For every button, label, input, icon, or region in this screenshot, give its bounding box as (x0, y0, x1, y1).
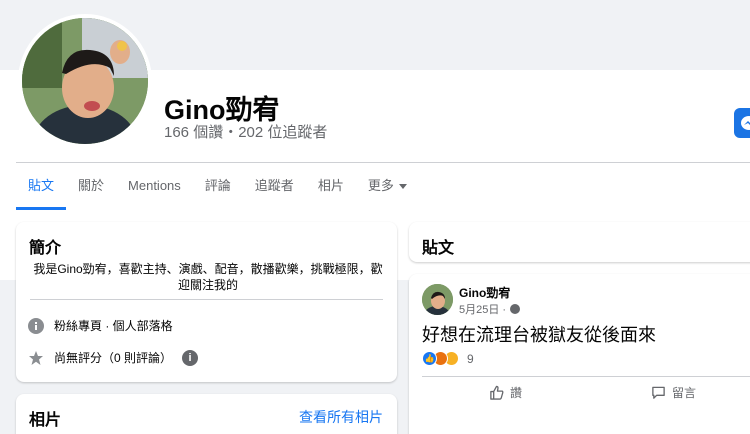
info-icon (28, 317, 44, 334)
thumbs-up-icon (490, 385, 504, 400)
post-reactions[interactable]: 👍 9 (422, 351, 474, 366)
page-type-row: 粉絲專頁 · 個人部落格 (28, 317, 173, 334)
comment-icon (652, 386, 665, 399)
posts-header-card: 貼文 (409, 222, 750, 262)
posts-title: 貼文 (422, 240, 455, 257)
post-meta: 5月25日 · (459, 301, 521, 317)
like-button[interactable]: 讚 (489, 384, 522, 401)
profile-avatar[interactable] (18, 14, 152, 148)
tab-mentions[interactable]: Mentions (116, 163, 193, 210)
caret-down-icon (398, 184, 407, 190)
intro-bio: 我是Gino勁宥，喜歡主持、演戲、配音，散播歡樂，挑戰極限，歡迎關注我的 (33, 262, 383, 292)
profile-stats: 166 個讚・202 位追蹤者 (164, 124, 328, 141)
comment-label: 留言 (672, 386, 697, 400)
like-label: 讚 (510, 386, 523, 400)
page-type-text: 粉絲專頁 · 個人部落格 (54, 319, 173, 333)
reaction-count: 9 (467, 351, 474, 366)
messenger-icon (741, 116, 750, 130)
globe-icon (510, 304, 521, 314)
intro-card: 簡介 我是Gino勁宥，喜歡主持、演戲、配音，散播歡樂，挑戰極限，歡迎關注我的 … (16, 222, 397, 382)
like-reaction-icon: 👍 (422, 351, 437, 366)
tab-followers[interactable]: 追蹤者 (243, 163, 306, 210)
post-text: 好想在流理台被獄友從後面來 (422, 325, 656, 345)
tab-posts[interactable]: 貼文 (16, 163, 67, 210)
intro-divider (30, 299, 383, 300)
rating-row: 尚無評分（0 則評論） i (28, 349, 199, 366)
tab-reviews[interactable]: 評論 (193, 163, 243, 210)
rating-text: 尚無評分（0 則評論） (54, 351, 173, 365)
tab-more[interactable]: 更多 (356, 163, 419, 210)
post-date[interactable]: 5月25日 · (459, 301, 506, 317)
star-icon (29, 350, 43, 365)
post-author-name[interactable]: Gino勁宥 (459, 284, 510, 301)
tab-photos[interactable]: 相片 (306, 163, 356, 210)
messenger-button[interactable] (734, 108, 750, 138)
post-card: Gino勁宥 5月25日 · 好想在流理台被獄友從後面來 👍 9 讚 留言 (409, 274, 750, 434)
intro-title: 簡介 (29, 240, 62, 257)
tab-more-label: 更多 (367, 178, 394, 193)
post-divider (422, 376, 750, 377)
comment-button[interactable]: 留言 (651, 384, 696, 401)
tab-about[interactable]: 關於 (66, 163, 116, 210)
see-all-photos-link[interactable]: 查看所有相片 (299, 407, 383, 427)
rating-info-icon[interactable]: i (182, 349, 199, 366)
profile-tabs: 貼文 關於 Mentions 評論 追蹤者 相片 更多 (16, 163, 419, 210)
photos-card: 相片 查看所有相片 (16, 394, 397, 434)
photos-title: 相片 (29, 412, 62, 429)
post-author-avatar[interactable] (422, 284, 453, 315)
